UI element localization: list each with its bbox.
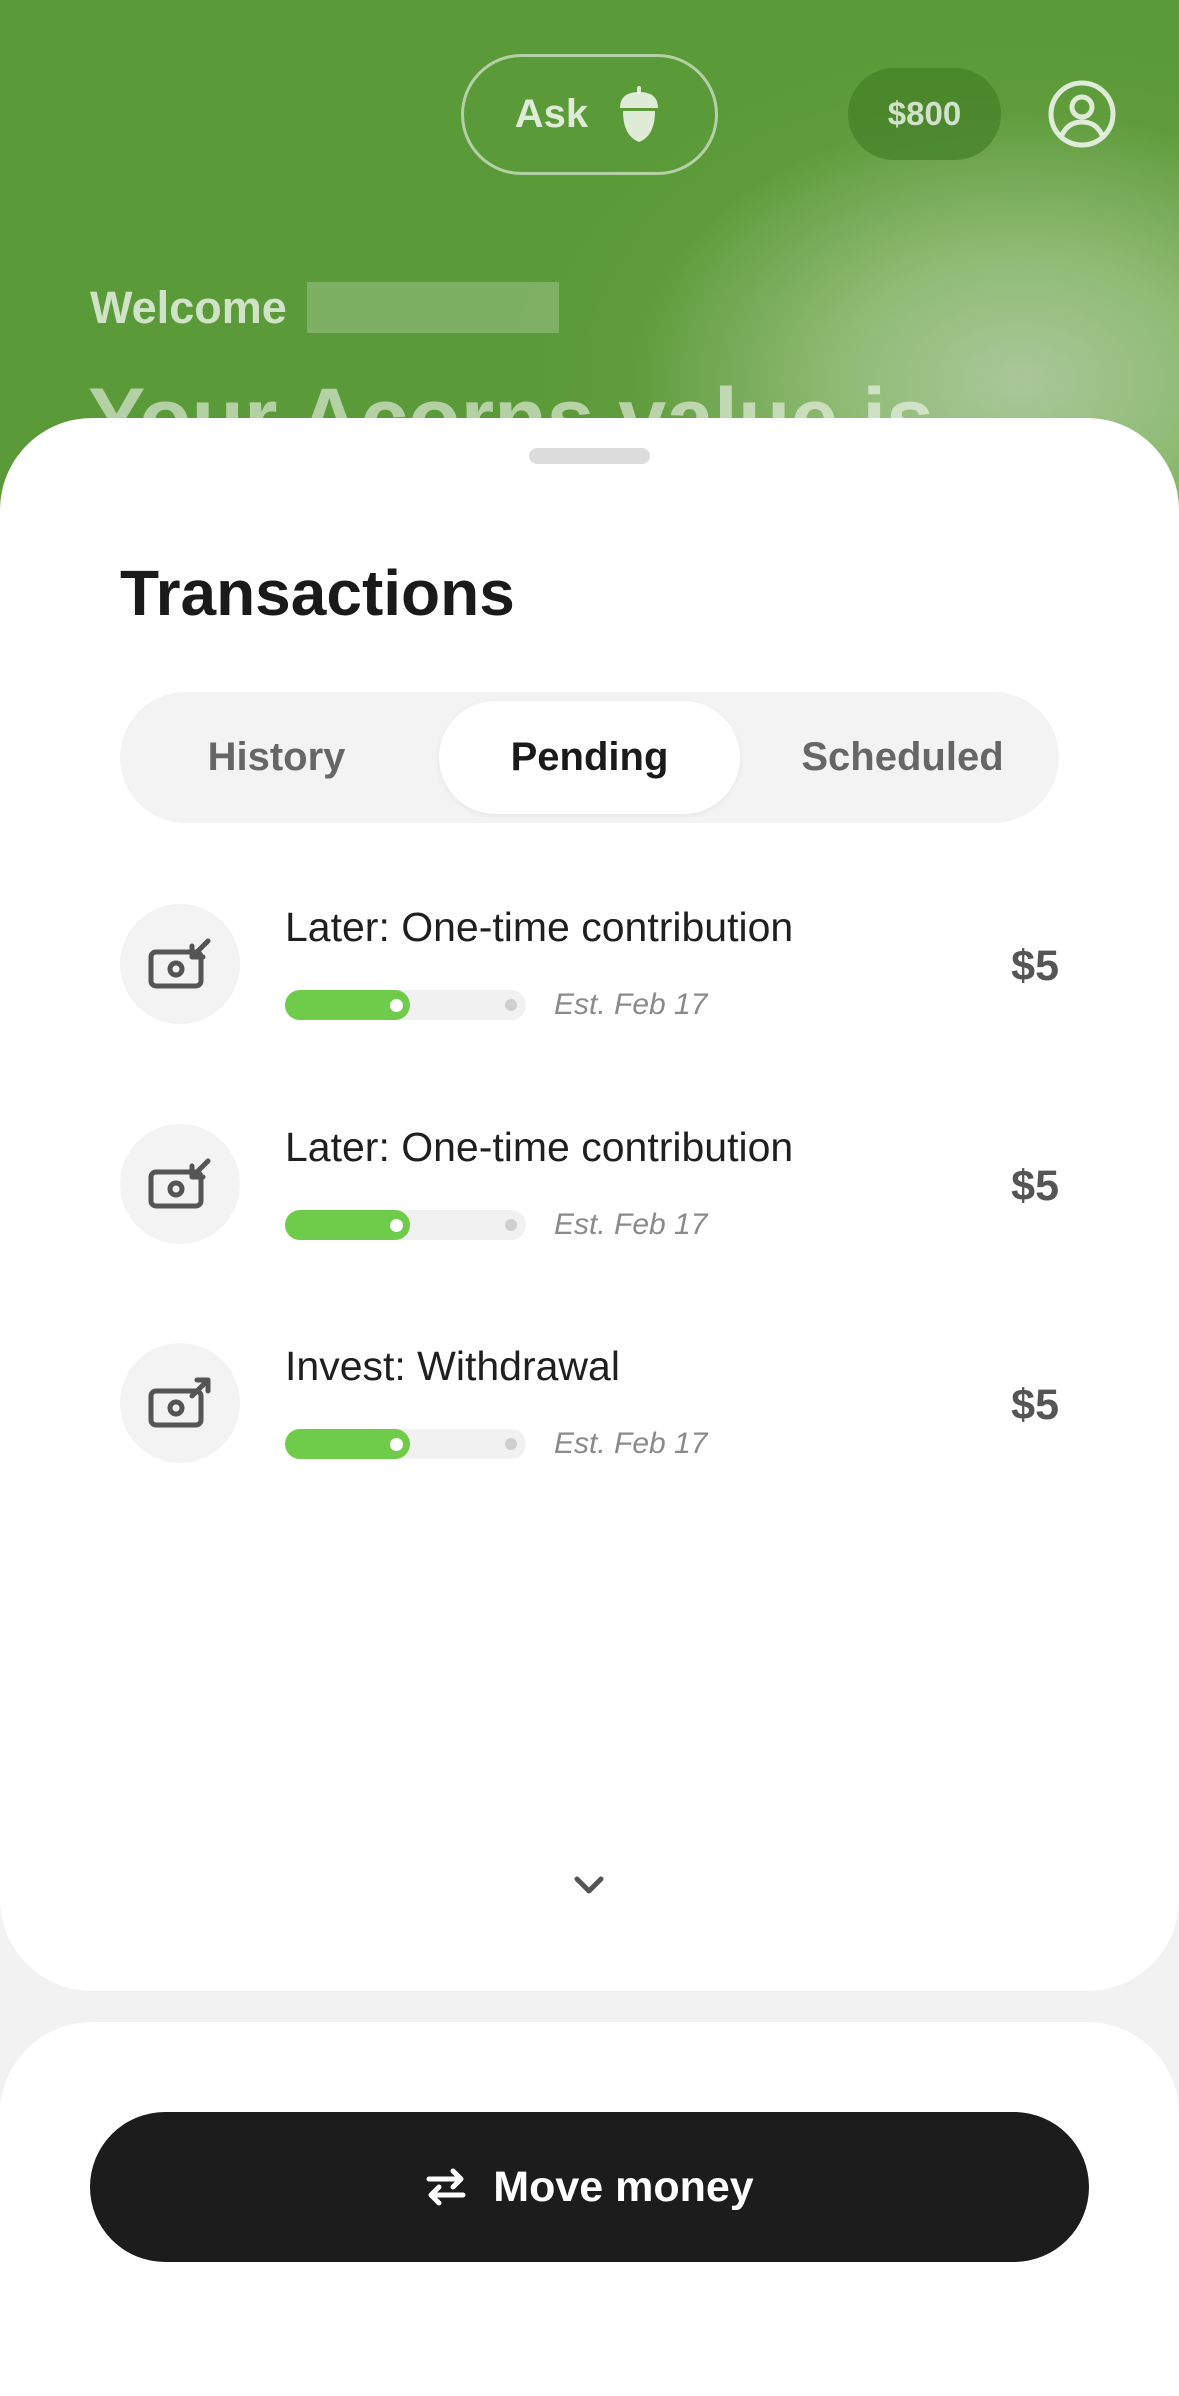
transaction-label: Later: One-time contribution (285, 1124, 794, 1170)
cash-out-icon (148, 1377, 211, 1428)
transaction-amount: $5 (1011, 942, 1059, 990)
tab-pending[interactable]: Pending (439, 701, 740, 814)
transaction-progress (285, 1429, 526, 1459)
transaction-icon-badge (120, 1124, 240, 1244)
transaction-amount: $5 (1011, 1381, 1059, 1429)
progress-current-dot (390, 999, 403, 1012)
progress-current-dot (390, 1219, 403, 1232)
progress-end-dot (505, 1438, 517, 1450)
tab-history[interactable]: History (120, 692, 433, 823)
progress-end-dot (505, 1219, 517, 1231)
transaction-row[interactable]: Later: One-time contribution Est. Feb 17… (120, 1124, 1059, 1246)
balance-value: $800 (887, 95, 962, 132)
transaction-progress (285, 1210, 526, 1240)
transaction-date: Est. Feb 17 (554, 1208, 708, 1241)
balance-pill[interactable]: $800 (848, 68, 1001, 160)
transaction-progress (285, 990, 526, 1020)
transaction-icon-badge (120, 904, 240, 1024)
ask-button[interactable]: Ask (461, 54, 718, 175)
drag-handle[interactable] (529, 448, 650, 464)
move-money-label: Move money (493, 2162, 754, 2211)
transaction-label: Later: One-time contribution (285, 904, 794, 950)
transaction-row[interactable]: Invest: Withdrawal Est. Feb 17 $5 (120, 1343, 1059, 1465)
transaction-icon-badge (120, 1343, 240, 1463)
transactions-tab-control: History Pending Scheduled (120, 692, 1059, 823)
transaction-date: Est. Feb 17 (554, 1427, 708, 1460)
bottom-action-card: Move money (0, 2022, 1179, 2396)
transaction-amount: $5 (1011, 1162, 1059, 1210)
welcome-text: Welcome (90, 282, 287, 333)
move-money-button[interactable]: Move money (90, 2112, 1089, 2262)
cash-in-icon (148, 1158, 211, 1209)
transactions-sheet: Transactions History Pending Scheduled L… (0, 418, 1179, 1991)
tab-scheduled[interactable]: Scheduled (746, 692, 1059, 823)
progress-current-dot (390, 1438, 403, 1451)
ask-label: Ask (514, 92, 589, 136)
profile-icon[interactable] (1048, 80, 1116, 148)
cash-in-icon (148, 938, 211, 989)
progress-end-dot (505, 999, 517, 1011)
transaction-label: Invest: Withdrawal (285, 1343, 620, 1389)
redacted-name (307, 282, 559, 333)
transaction-row[interactable]: Later: One-time contribution Est. Feb 17… (120, 904, 1059, 1026)
sheet-title: Transactions (120, 557, 515, 629)
acorn-icon (620, 85, 659, 142)
transfer-arrows-icon (426, 2168, 466, 2206)
transaction-date: Est. Feb 17 (554, 988, 708, 1021)
chevron-down-icon[interactable] (569, 1871, 609, 1899)
